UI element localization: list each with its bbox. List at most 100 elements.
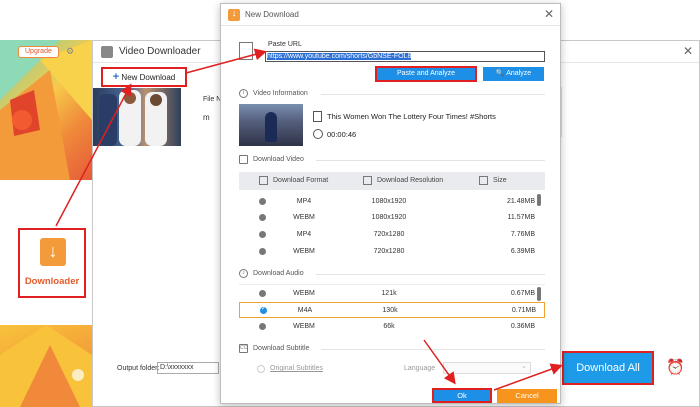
divider (321, 94, 545, 95)
download-audio-label: Download Audio (253, 270, 304, 277)
bottom-shapes (0, 325, 92, 407)
video-format-row[interactable]: WEBM 1080x1920 11.57MB (239, 210, 545, 226)
resolution-icon (363, 176, 372, 185)
row-format: WEBM (293, 214, 315, 221)
radio-button[interactable] (259, 231, 266, 238)
download-all-button[interactable]: Download All (562, 351, 654, 385)
download-video-label: Download Video (253, 156, 304, 163)
radio-button[interactable] (259, 248, 266, 255)
video-list-scrollbar[interactable] (537, 194, 541, 206)
chevron-down-icon: ⌄ (521, 363, 527, 370)
cc-icon: CC (239, 344, 248, 353)
thumbnail-figure (265, 112, 277, 142)
row-resolution: 1080x1920 (371, 214, 407, 221)
analyze-button[interactable]: 🔍 Analyze (483, 67, 544, 81)
row-size: 7.76MB (510, 231, 535, 238)
plus-icon: + (112, 71, 120, 83)
audio-list-scrollbar[interactable] (537, 287, 541, 301)
close-icon[interactable]: ✕ (544, 7, 554, 21)
banner-shapes (0, 40, 92, 180)
audio-table-top (239, 284, 545, 285)
row-bitrate: 121k (381, 290, 397, 297)
video-thumbnail (93, 88, 181, 146)
downloader-tile[interactable]: Downloader (18, 228, 86, 298)
video-icon (239, 155, 248, 164)
alarm-clock-icon[interactable]: ⏰ (666, 359, 685, 377)
thumbnail-figures (99, 90, 167, 146)
row-format: WEBM (293, 323, 315, 330)
url-input[interactable]: https://www.youtube.com/shorts/GbNSE-FOL… (265, 51, 545, 62)
row-size: 21.48MB (506, 198, 535, 205)
analyze-label: Analyze (506, 70, 532, 77)
language-label: Language (404, 365, 436, 372)
info-icon: i (239, 89, 248, 98)
audio-format-row[interactable]: WEBM 66k 0.36MB (239, 319, 545, 335)
video-duration: 00:00:46 (327, 130, 357, 139)
video-format-row[interactable]: MP4 1080x1920 21.48MB (239, 194, 545, 210)
column-size: Size (493, 177, 507, 184)
cancel-button[interactable]: Cancel (497, 389, 557, 403)
upgrade-button[interactable]: Upgrade (18, 46, 59, 58)
ok-button[interactable]: Ok (432, 388, 492, 403)
row-format: WEBM (293, 248, 315, 255)
original-subtitles-radio[interactable] (257, 365, 265, 373)
app-logo-icon (101, 46, 113, 58)
row-size: 0.36MB (510, 323, 535, 330)
video-thumbnail (239, 104, 303, 146)
new-download-button[interactable]: + New Download (101, 67, 187, 87)
video-format-row[interactable]: WEBM 720x1280 6.39MB (239, 244, 545, 260)
row-bitrate: 66k (383, 323, 395, 330)
row-bitrate: 130k (382, 307, 398, 314)
downloader-label: Downloader (24, 276, 80, 287)
file-icon (313, 111, 322, 122)
video-table-header: Download Format Download Resolution Size (239, 172, 545, 190)
close-icon[interactable]: ✕ (683, 44, 693, 58)
row-format: WEBM (293, 290, 315, 297)
column-resolution: Download Resolution (377, 177, 444, 184)
gear-icon[interactable]: ⚙ (66, 46, 74, 57)
divider (321, 349, 545, 350)
task-detail-panel (561, 87, 699, 137)
new-download-label: New Download (121, 73, 176, 82)
radio-button[interactable] (259, 290, 266, 297)
row-size: 11.57MB (507, 214, 536, 221)
audio-format-row[interactable]: WEBM 121k 0.67MB (239, 286, 545, 302)
row-resolution: 720x1280 (373, 248, 405, 255)
video-information-label: Video Information (253, 90, 308, 97)
row-resolution: 720x1280 (373, 231, 405, 238)
paste-and-analyze-button[interactable]: Paste and Analyze (375, 66, 477, 82)
column-format: Download Format (273, 177, 329, 184)
row-size: 0.67MB (510, 290, 535, 297)
clock-icon (313, 129, 323, 139)
divider (316, 274, 545, 275)
download-icon (40, 238, 66, 266)
radio-button[interactable] (259, 214, 266, 221)
download-subtitle-label: Download Subtitle (253, 345, 310, 352)
output-folder-field[interactable]: D:\xxxxxxx (157, 362, 219, 374)
clipboard-icon (239, 42, 253, 60)
new-download-titlebar: New Download ✕ (221, 4, 560, 26)
new-download-dialog: New Download ✕ Paste URL https://www.you… (220, 3, 561, 404)
video-format-row[interactable]: MP4 720x1280 7.76MB (239, 227, 545, 243)
video-downloader-title: Video Downloader (119, 46, 201, 57)
row-size: 0.71MB (511, 307, 536, 314)
row-format: MP4 (296, 231, 312, 238)
divider (316, 160, 545, 161)
row-format: M4A (297, 307, 313, 314)
audio-format-row-selected[interactable]: M4A 130k 0.71MB (239, 302, 545, 318)
music-icon: ♪ (239, 269, 248, 278)
file-name-value: m (203, 113, 210, 122)
language-select[interactable]: ⌄ (443, 362, 531, 374)
paste-url-label: Paste URL (268, 41, 302, 48)
radio-button[interactable] (259, 323, 266, 330)
size-icon (479, 176, 488, 185)
row-size: 6.39MB (510, 248, 535, 255)
banner-artwork (0, 40, 92, 180)
radio-button-checked[interactable] (260, 305, 267, 314)
url-input-value: https://www.youtube.com/shorts/GbNSE-FOL… (267, 53, 412, 60)
format-icon (259, 176, 268, 185)
download-logo-icon (228, 8, 240, 21)
radio-button[interactable] (259, 198, 266, 205)
original-subtitles-label[interactable]: Original Subtitles (270, 365, 323, 372)
row-resolution: 1080x1920 (371, 198, 407, 205)
